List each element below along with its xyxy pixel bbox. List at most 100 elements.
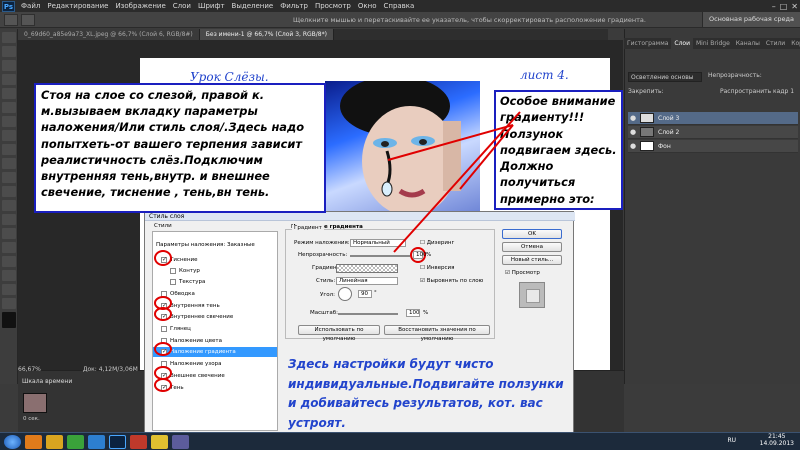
pen-tool-icon[interactable]: [2, 228, 16, 239]
layer-row[interactable]: ● Фон: [628, 140, 798, 153]
stamp-tool-icon[interactable]: [2, 144, 16, 155]
tab-adjustments[interactable]: Коррекция: [788, 38, 800, 49]
menu-file[interactable]: Файл: [21, 2, 40, 10]
opacity-slider[interactable]: [350, 255, 410, 257]
hand-tool-icon[interactable]: [2, 284, 16, 295]
brush-tool-icon[interactable]: [2, 130, 16, 141]
blend-mode-select[interactable]: Нормальный: [350, 239, 406, 247]
marquee-tool-icon[interactable]: [2, 46, 16, 57]
eye-icon[interactable]: ●: [630, 114, 636, 122]
tab-untitled-document[interactable]: Без имени-1 @ 66,7% (Слой 3, RGB/8*): [199, 29, 334, 40]
style-select[interactable]: Линейная: [336, 277, 398, 285]
shape-tool-icon[interactable]: [2, 270, 16, 281]
menu-edit[interactable]: Редактирование: [47, 2, 108, 10]
tab-styles[interactable]: Стили: [763, 38, 788, 49]
opera-icon[interactable]: [130, 434, 147, 449]
eye-icon[interactable]: ●: [630, 128, 636, 136]
align-checkbox[interactable]: ☑ Выровнять по слою: [420, 278, 483, 284]
style-item-contour[interactable]: Контур: [153, 266, 277, 276]
move-tool-icon[interactable]: [2, 32, 16, 43]
maximize-icon[interactable]: □: [780, 2, 788, 11]
eyedropper-tool-icon[interactable]: [2, 102, 16, 113]
reverse-checkbox[interactable]: ☐ Инверсия: [420, 265, 454, 271]
photoshop-taskbar-icon[interactable]: [109, 434, 126, 449]
reset-default-button[interactable]: Восстановить значения по умолчанию: [384, 325, 490, 342]
minimize-icon[interactable]: –: [772, 2, 776, 11]
menu-filter[interactable]: Фильтр: [280, 2, 308, 10]
explorer-icon[interactable]: [46, 434, 63, 449]
crop-tool-icon[interactable]: [2, 88, 16, 99]
cancel-button[interactable]: Отмена: [502, 242, 562, 252]
style-item-stroke[interactable]: Обводка: [153, 289, 277, 299]
quick-select-tool-icon[interactable]: [2, 74, 16, 85]
zoom-level[interactable]: 66,67%: [18, 366, 41, 373]
menu-type[interactable]: Шрифт: [198, 2, 225, 10]
style-item-texture[interactable]: Текстура: [153, 277, 277, 287]
scale-slider[interactable]: [338, 313, 398, 315]
doc-size: Док: 4,12М/3,06М: [82, 366, 138, 373]
eye-icon[interactable]: ●: [630, 142, 636, 150]
eraser-tool-icon[interactable]: [2, 172, 16, 183]
frame-delay[interactable]: 0 сек.: [23, 416, 40, 422]
dither-checkbox[interactable]: ☐ Дизеринг: [420, 240, 454, 246]
healing-tool-icon[interactable]: [2, 116, 16, 127]
frame-thumbnail[interactable]: [23, 393, 47, 413]
gradient-tool-icon[interactable]: [2, 186, 16, 197]
annotation-circle: [154, 307, 172, 321]
style-item-pattern-overlay[interactable]: Наложение узора: [153, 359, 277, 369]
ok-button[interactable]: OK: [502, 229, 562, 239]
tab-histogram[interactable]: Гистограмма: [624, 38, 671, 49]
gradient-tool-icon[interactable]: [4, 13, 18, 26]
menu-help[interactable]: Справка: [383, 2, 414, 10]
style-item-satin[interactable]: Глянец: [153, 324, 277, 334]
skype-icon[interactable]: [88, 434, 105, 449]
preview-square: [526, 289, 540, 303]
checkbox-icon[interactable]: [170, 279, 176, 285]
history-brush-tool-icon[interactable]: [2, 158, 16, 169]
menu-window[interactable]: Окно: [358, 2, 377, 10]
system-clock[interactable]: 21:45 14.09.2013: [760, 433, 794, 447]
tab-jpeg-document[interactable]: 0_69d60_a85e9a73_XL.jpeg @ 66,7% (Слой 6…: [18, 29, 200, 40]
blend-mode-select[interactable]: Осветление основы: [628, 72, 702, 82]
workspace-switcher[interactable]: Основная рабочая среда: [701, 12, 800, 27]
zoom-tool-icon[interactable]: [2, 298, 16, 309]
chrome-icon[interactable]: [67, 434, 84, 449]
start-button-icon[interactable]: [4, 434, 21, 449]
style-item-color-overlay[interactable]: Наложение цвета: [153, 336, 277, 346]
yandex-icon[interactable]: [151, 434, 168, 449]
app-icon[interactable]: [172, 434, 189, 449]
checkbox-icon[interactable]: [170, 268, 176, 274]
preview-checkbox[interactable]: ☑ Просмотр: [505, 270, 540, 276]
blur-tool-icon[interactable]: [2, 200, 16, 211]
menu-select[interactable]: Выделение: [232, 2, 274, 10]
checkbox-icon[interactable]: [161, 326, 167, 332]
tab-channels[interactable]: Каналы: [733, 38, 763, 49]
path-select-tool-icon[interactable]: [2, 256, 16, 267]
menu-layers[interactable]: Слои: [173, 2, 191, 10]
layer-row[interactable]: ● Слой 3: [628, 112, 798, 125]
new-style-button[interactable]: Новый стиль...: [502, 255, 562, 265]
style-label: Стиль:: [316, 278, 336, 284]
gradient-picker[interactable]: [336, 264, 398, 273]
angle-input[interactable]: 90: [358, 290, 372, 298]
style-label: Обводка: [170, 291, 195, 297]
foreground-color-icon[interactable]: [2, 312, 16, 328]
make-default-button[interactable]: Использовать по умолчанию: [298, 325, 380, 342]
type-tool-icon[interactable]: [2, 242, 16, 253]
firefox-icon[interactable]: [25, 434, 42, 449]
layer-row[interactable]: ● Слой 2: [628, 126, 798, 139]
menu-view[interactable]: Просмотр: [315, 2, 351, 10]
lasso-tool-icon[interactable]: [2, 60, 16, 71]
scale-input[interactable]: 100: [406, 309, 420, 317]
angle-dial[interactable]: [338, 287, 352, 301]
close-icon[interactable]: ✕: [791, 2, 798, 11]
language-indicator[interactable]: RU: [727, 437, 736, 444]
tool-preset-icon[interactable]: [21, 13, 35, 26]
tab-mini-bridge[interactable]: Mini Bridge: [693, 38, 733, 49]
tab-layers[interactable]: Слои: [671, 38, 693, 49]
menu-image[interactable]: Изображение: [115, 2, 165, 10]
blending-options-item[interactable]: Параметры наложения: Заказные: [153, 240, 277, 250]
reverse-label: Инверсия: [426, 265, 455, 271]
opacity-input[interactable]: 100: [413, 251, 427, 259]
dodge-tool-icon[interactable]: [2, 214, 16, 225]
